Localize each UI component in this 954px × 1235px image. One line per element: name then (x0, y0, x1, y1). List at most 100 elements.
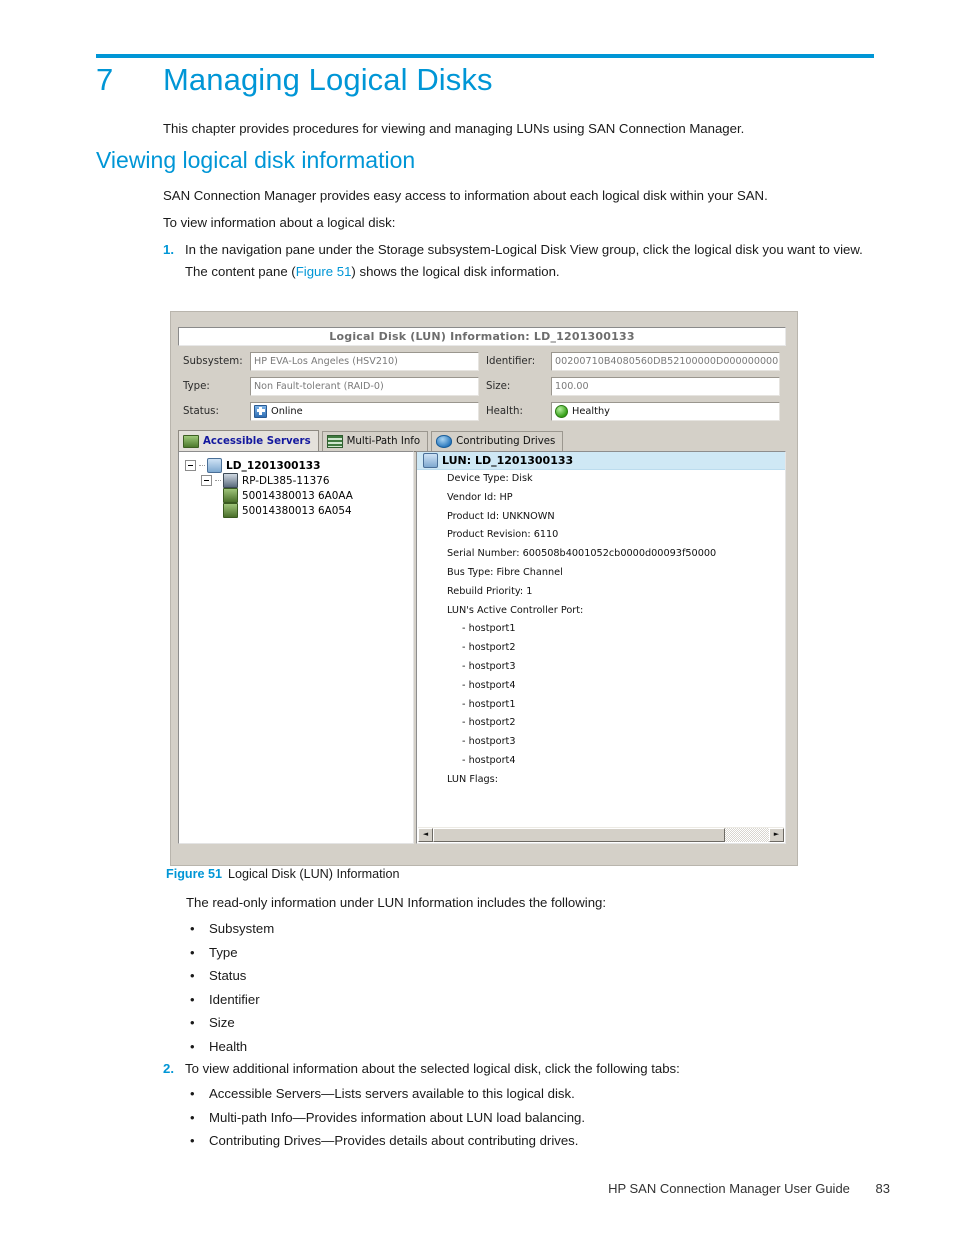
tree-item-server[interactable]: RP-DL385-11376 (185, 473, 413, 488)
tab-contributing-drives[interactable]: Contributing Drives (431, 431, 564, 451)
bullet-glyph: • (190, 944, 195, 960)
bullet-glyph: • (190, 1038, 195, 1054)
tree-item-logical-disk[interactable]: LD_1201300133 (185, 458, 413, 473)
figure-caption-label: Figure 51 (166, 867, 222, 881)
step-1-sub-suffix: ) shows the logical disk information. (351, 263, 560, 279)
step-1-body: In the navigation pane under the Storage… (185, 241, 878, 281)
drives-icon (436, 435, 453, 448)
hba-icon (223, 488, 238, 503)
tree-connector (215, 479, 221, 482)
chapter-intro-paragraph: This chapter provides procedures for vie… (163, 121, 745, 136)
online-icon (254, 405, 267, 418)
chapter-title: Managing Logical Disks (163, 62, 493, 97)
detail-panes: LD_1201300133 RP-DL385-11376 50014380013… (178, 451, 786, 844)
detail-serial-number: Serial Number: 600508b4001052cb0000d0009… (447, 548, 717, 560)
detail-tab-strip: Accessible Servers Multi-Path Info Contr… (178, 429, 786, 452)
detail-bus-type: Bus Type: Fibre Channel (447, 566, 563, 578)
tree-item-server-label: RP-DL385-11376 (242, 474, 330, 487)
bullet-glyph: • (190, 1109, 195, 1125)
status-field[interactable]: Online (250, 402, 479, 421)
horizontal-scrollbar[interactable]: ◄ ► (418, 827, 784, 842)
chapter-heading: 7 Managing Logical Disks (96, 62, 886, 98)
size-field[interactable]: 100.00 (551, 377, 780, 396)
section-paragraph-2: To view information about a logical disk… (163, 215, 396, 230)
list-item-label: Multi-path Info—Provides information abo… (209, 1109, 586, 1125)
lun-detail-pane[interactable]: LUN: LD_1201300133 Device Type: Disk Ven… (416, 451, 786, 844)
detail-hostport-4: - hostport4 (462, 679, 516, 691)
detail-hostport-3: - hostport3 (462, 660, 516, 672)
identifier-field[interactable]: 00200710B4080560DB52100000D000000000F59 (551, 352, 780, 371)
step-1-number: 1. (163, 242, 174, 257)
identifier-label: Identifier: (486, 356, 536, 367)
subsystem-field[interactable]: HP EVA-Los Angeles (HSV210) (250, 352, 479, 371)
size-label: Size: (486, 381, 511, 392)
section-heading: Viewing logical disk information (96, 147, 416, 173)
step-1: 1. In the navigation pane under the Stor… (163, 241, 878, 281)
tab-accessible-servers[interactable]: Accessible Servers (178, 430, 319, 451)
subsystem-value: HP EVA-Los Angeles (HSV210) (254, 356, 398, 367)
detail-hostport-6: - hostport2 (462, 717, 516, 729)
scroll-right-icon[interactable]: ► (769, 827, 784, 842)
tree-item-hba-1[interactable]: 50014380013 6A0AA (185, 488, 413, 503)
list-item-label: Accessible Servers—Lists servers availab… (209, 1086, 575, 1101)
bullet-glyph: • (190, 1015, 195, 1030)
status-value: Online (271, 406, 303, 417)
list-item-label: Status (209, 968, 247, 983)
info-row-status-health: Status: Online Health: Healthy (178, 400, 786, 423)
size-value: 100.00 (555, 381, 589, 392)
type-field[interactable]: Non Fault-tolerant (RAID-0) (250, 377, 479, 396)
scrollbar-thumb[interactable] (433, 827, 726, 842)
lun-info-fields: Subsystem: HP EVA-Los Angeles (HSV210) I… (178, 350, 786, 424)
chapter-rule (96, 54, 874, 58)
detail-hostport-1: - hostport1 (462, 623, 516, 635)
detail-lun-flags: LUN Flags: (447, 773, 498, 785)
health-label: Health: (486, 406, 523, 417)
list-item-label: Contributing Drives—Provides details abo… (209, 1133, 579, 1148)
step-1-subparagraph: The content pane (Figure 51) shows the l… (185, 263, 878, 282)
tree-item-logical-disk-label: LD_1201300133 (226, 459, 321, 472)
list-item: • Accessible Servers—Lists servers avail… (190, 1082, 880, 1106)
bullet-glyph: • (190, 921, 195, 936)
tab-contributing-drives-label: Contributing Drives (456, 436, 556, 447)
figure-51-screenshot: Logical Disk (LUN) Information: LD_12013… (170, 311, 798, 866)
expander-collapse-icon[interactable] (185, 460, 196, 471)
list-item-label: Identifier (209, 991, 260, 1007)
list-item-label: Health (209, 1038, 248, 1054)
list-item: • Multi-path Info—Provides information a… (190, 1106, 880, 1130)
list-item-label: Type (209, 944, 238, 960)
lun-detail-header[interactable]: LUN: LD_1201300133 (417, 452, 785, 470)
list-item: • Subsystem (190, 917, 790, 941)
identifier-value: 00200710B4080560DB52100000D000000000F59 (555, 356, 780, 367)
scrollbar-track[interactable] (433, 827, 769, 842)
list-item-label: Subsystem (209, 921, 275, 936)
disk-icon (207, 458, 222, 473)
detail-hostport-2: - hostport2 (462, 642, 516, 654)
figure-caption: Figure 51 Logical Disk (LUN) Information (166, 867, 399, 881)
bullet-glyph: • (190, 1133, 195, 1148)
detail-hostport-8: - hostport4 (462, 754, 516, 766)
tab-accessible-servers-label: Accessible Servers (203, 435, 311, 447)
detail-rebuild-priority: Rebuild Priority: 1 (447, 585, 533, 597)
accessible-servers-tree[interactable]: LD_1201300133 RP-DL385-11376 50014380013… (178, 451, 414, 844)
section-paragraph-1: SAN Connection Manager provides easy acc… (163, 188, 768, 203)
footer-page-number: 83 (875, 1181, 890, 1196)
chapter-number: 7 (96, 62, 114, 97)
hba-icon (223, 503, 238, 518)
tab-multi-path-info-label: Multi-Path Info (346, 436, 421, 447)
figure-51-link[interactable]: Figure 51 (296, 264, 352, 279)
tab-multi-path-info[interactable]: Multi-Path Info (321, 431, 429, 451)
figure-caption-text: Logical Disk (LUN) Information (228, 867, 400, 881)
detail-vendor-id: Vendor Id: HP (447, 491, 513, 503)
detail-hostport-7: - hostport3 (462, 736, 516, 748)
expander-collapse-icon[interactable] (201, 475, 212, 486)
tree-item-hba-2[interactable]: 50014380013 6A054 (185, 503, 413, 518)
info-row-subsystem-identifier: Subsystem: HP EVA-Los Angeles (HSV210) I… (178, 350, 786, 373)
step-2-number: 2. (163, 1061, 174, 1076)
list-item: • Contributing Drives—Provides details a… (190, 1129, 880, 1153)
step-2: 2. To view additional information about … (163, 1060, 878, 1079)
health-field[interactable]: Healthy (551, 402, 780, 421)
server-icon (223, 473, 238, 488)
tree-connector (199, 464, 205, 467)
list-item-label: Size (209, 1015, 235, 1030)
scroll-left-icon[interactable]: ◄ (418, 827, 433, 842)
